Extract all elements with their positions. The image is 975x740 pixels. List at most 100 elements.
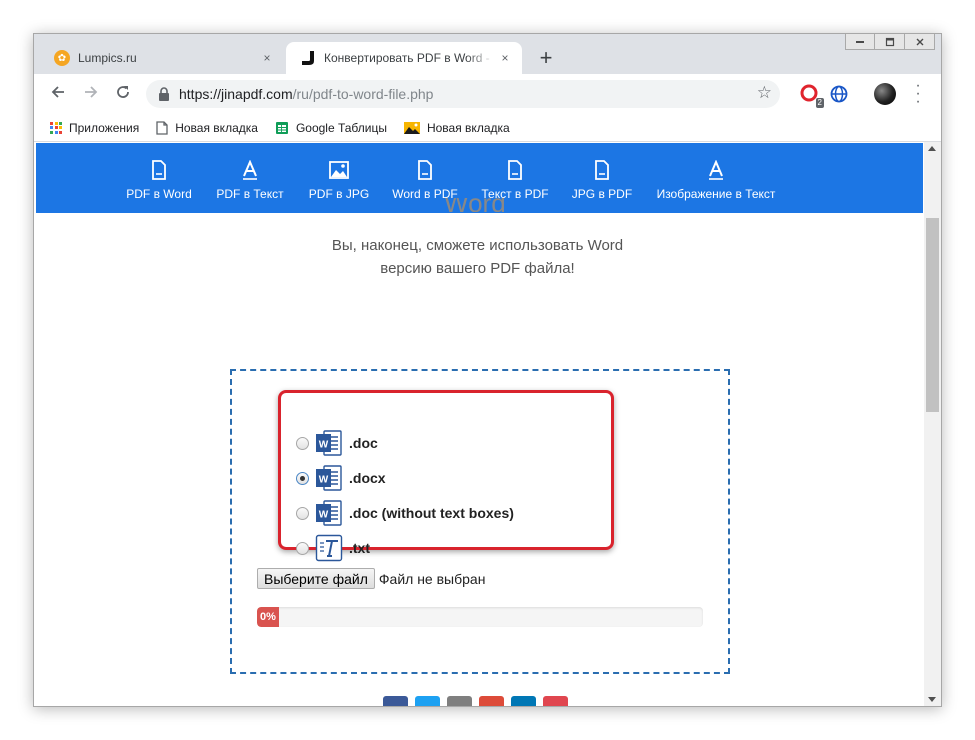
subtitle-line-2: версию вашего PDF файла! — [380, 260, 575, 277]
orange-circle-icon: ✿ — [54, 50, 70, 66]
nav-label: PDF в JPG — [308, 187, 370, 201]
bookmark-star-icon[interactable]: ☆ — [757, 83, 772, 103]
format-label: .txt — [349, 540, 370, 556]
jinapdf-j-icon — [300, 50, 316, 66]
url-path: /ru/pdf-to-word-file.php — [292, 86, 434, 102]
nav-pdf-to-word[interactable]: PDF в Word — [125, 143, 193, 213]
maximize-button[interactable] — [875, 34, 905, 50]
page-icon — [156, 120, 168, 135]
arrow-right-icon — [85, 86, 98, 98]
back-button[interactable] — [46, 82, 70, 106]
scroll-down-arrow-icon[interactable] — [928, 697, 936, 702]
format-option-doc-no-textboxes[interactable]: W .doc (without text boxes) — [296, 499, 514, 527]
forward-button[interactable] — [79, 82, 103, 106]
social-share-button[interactable] — [479, 696, 504, 706]
format-label: .doc (without text boxes) — [349, 505, 514, 521]
arrow-left-icon — [51, 86, 64, 98]
extension-badge: 2 — [815, 98, 824, 108]
file-icon — [595, 159, 609, 181]
apps-grid-icon — [50, 121, 62, 134]
file-icon — [508, 159, 522, 181]
subtitle-line-1: Вы, наконец, сможете использовать Word — [331, 237, 624, 254]
radio-txt[interactable] — [296, 541, 309, 555]
social-share-button[interactable] — [415, 696, 440, 706]
address-bar[interactable]: https://jinapdf.com/ru/pdf-to-word-file.… — [146, 80, 780, 108]
word-icon: W — [316, 500, 342, 526]
vertical-scrollbar[interactable] — [924, 142, 941, 706]
menu-dots-icon[interactable]: · · · — [912, 78, 924, 110]
url-text: https://jinapdf.com/ru/pdf-to-word-file.… — [179, 86, 433, 102]
radio-doc-no-textboxes[interactable] — [296, 506, 309, 520]
format-label: .docx — [349, 470, 386, 486]
browser-window: ✿ Lumpics.ru × Конвертировать PDF в Word… — [33, 33, 942, 707]
social-share-button[interactable] — [383, 696, 408, 706]
globe-extension-icon[interactable] — [829, 84, 849, 104]
svg-text:W: W — [319, 440, 329, 451]
nav-label: PDF в Текст — [216, 187, 284, 201]
scroll-up-arrow-icon[interactable] — [928, 146, 936, 151]
tab-jinapdf[interactable]: Конвертировать PDF в Word - PDF × — [286, 42, 522, 74]
format-option-doc[interactable]: W .doc — [296, 429, 378, 457]
page-heading-partial: Word — [444, 198, 506, 212]
bookmarks-bar: Приложения Новая вкладка Google Таблицы … — [34, 114, 941, 142]
social-share-button[interactable] — [511, 696, 536, 706]
minimize-button[interactable] — [845, 34, 875, 50]
new-tab-button[interactable]: + — [534, 47, 558, 71]
bookmark-label: Google Таблицы — [295, 120, 387, 135]
page-viewport: PDF в Word PDF в Текст PDF в JPG Word в … — [34, 142, 941, 706]
radio-docx[interactable] — [296, 471, 309, 485]
word-icon: W — [316, 430, 342, 456]
profile-avatar[interactable] — [874, 83, 896, 105]
bookmark-label: Приложения — [69, 120, 140, 135]
nav-pdf-to-text[interactable]: PDF в Текст — [214, 143, 286, 213]
scroll-thumb[interactable] — [926, 218, 939, 412]
tab-title: Конвертировать PDF в Word - PDF — [324, 51, 494, 65]
image-icon — [329, 159, 349, 181]
nav-label: JPG в PDF — [571, 187, 633, 201]
word-icon: W — [316, 465, 342, 491]
nav-pdf-to-jpg[interactable]: PDF в JPG — [307, 143, 371, 213]
lock-icon — [159, 87, 169, 101]
nav-label: PDF в Word — [126, 187, 192, 201]
reload-button[interactable] — [111, 82, 135, 106]
progress-bar-track: 0% — [257, 607, 703, 627]
sheets-icon — [275, 121, 288, 134]
bookmark-google-sheets[interactable]: Google Таблицы — [275, 121, 387, 135]
reload-icon — [117, 86, 129, 98]
tab-lumpics[interactable]: ✿ Lumpics.ru × — [40, 42, 284, 74]
file-icon — [418, 159, 432, 181]
file-icon — [152, 159, 166, 181]
radio-doc[interactable] — [296, 436, 309, 450]
tab-strip: ✿ Lumpics.ru × Конвертировать PDF в Word… — [34, 34, 941, 74]
social-share-button[interactable] — [447, 696, 472, 706]
image-icon — [403, 121, 420, 134]
choose-file-button[interactable]: Выберите файл — [257, 568, 375, 589]
nav-image-to-text[interactable]: Изображение в Текст — [655, 143, 777, 213]
format-option-docx[interactable]: W .docx — [296, 464, 386, 492]
window-close-button[interactable] — [905, 34, 935, 50]
bookmark-label: Новая вкладка — [426, 120, 510, 135]
text-a-icon — [708, 159, 724, 181]
nav-label: Изображение в Текст — [656, 187, 776, 201]
file-input: Выберите файл Файл не выбран — [257, 568, 485, 589]
progress-bar-fill: 0% — [257, 607, 279, 627]
social-share-button[interactable] — [543, 696, 568, 706]
svg-text:W: W — [319, 475, 329, 486]
window-controls — [845, 34, 935, 52]
opera-extension-icon[interactable]: 2 — [800, 84, 824, 108]
bookmark-label: Новая вкладка — [175, 120, 258, 135]
url-host: https://jinapdf.com — [179, 86, 293, 102]
svg-text:W: W — [319, 510, 329, 521]
format-option-txt[interactable]: .txt — [296, 534, 370, 562]
bookmark-new-tab-2[interactable]: Новая вкладка — [403, 120, 510, 135]
file-status-text: Файл не выбран — [378, 570, 486, 587]
bookmark-new-tab-1[interactable]: Новая вкладка — [156, 121, 258, 135]
bookmark-apps[interactable]: Приложения — [50, 121, 139, 135]
page-subtitle: Вы, наконец, сможете использовать Word в… — [34, 234, 921, 280]
nav-jpg-to-pdf[interactable]: JPG в PDF — [571, 143, 633, 213]
browser-toolbar: https://jinapdf.com/ru/pdf-to-word-file.… — [34, 74, 941, 114]
close-icon[interactable]: × — [260, 51, 274, 65]
tab-title: Lumpics.ru — [78, 51, 137, 65]
social-share-row — [383, 696, 568, 706]
close-icon[interactable]: × — [498, 51, 512, 65]
